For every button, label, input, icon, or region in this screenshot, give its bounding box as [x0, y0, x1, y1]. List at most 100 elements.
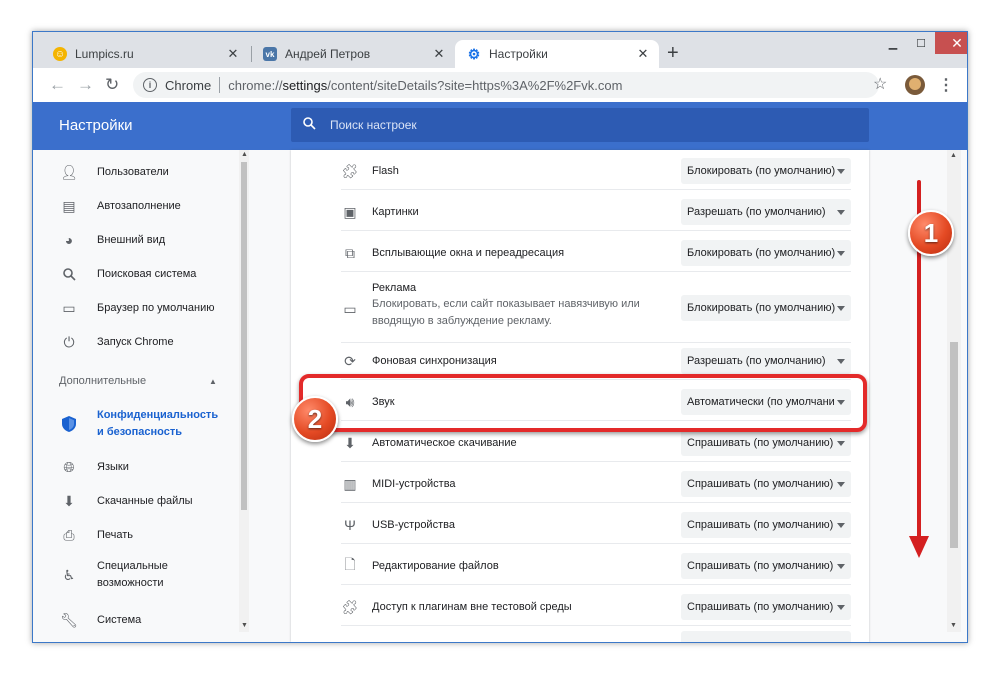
- tab-title: Настройки: [489, 47, 548, 61]
- ad-icon: ▭: [343, 300, 357, 317]
- sidebar: 👤︎ Пользователи ▤ Автозаполнение ◕ Внешн…: [33, 150, 253, 632]
- ads-select[interactable]: Блокировать (по умолчанию): [681, 295, 851, 321]
- site-info-icon[interactable]: i: [143, 78, 157, 92]
- minimize-button[interactable]: ▁: [879, 32, 907, 54]
- sidebar-scroll-thumb[interactable]: [241, 162, 247, 510]
- chevron-up-icon[interactable]: ▲: [209, 377, 217, 386]
- vk-icon: vk: [263, 47, 277, 61]
- sidebar-item-printing[interactable]: ⎙ Печать: [33, 523, 238, 547]
- permission-row-popups: ⧉ Всплывающие окна и переадресация Блоки…: [291, 236, 869, 270]
- address-bar[interactable]: i Chrome chrome://settings/content/siteD…: [133, 72, 879, 98]
- permission-row-unsandboxed-plugins: 🧩︎ Доступ к плагинам вне тестовой среды …: [291, 590, 869, 624]
- search-input[interactable]: Поиск настроек: [291, 108, 869, 142]
- download-icon: ⬇: [63, 492, 75, 509]
- tab-title: Андрей Петров: [285, 47, 371, 61]
- new-tab-button[interactable]: +: [667, 43, 679, 63]
- row-divider: [341, 189, 851, 190]
- settings-header: Настройки Поиск настроек: [33, 102, 967, 150]
- file-editing-select[interactable]: Спрашивать (по умолчанию): [681, 553, 851, 579]
- close-window-button[interactable]: ✕: [935, 32, 967, 54]
- tab-strip: ☺ Lumpics.ru ✕ vk Андрей Петров ✕ ⚙ Наст…: [33, 32, 967, 68]
- auto-download-select[interactable]: Спрашивать (по умолчанию): [681, 430, 851, 456]
- tab-vk[interactable]: vk Андрей Петров ✕: [251, 40, 455, 68]
- gear-icon: ⚙: [467, 45, 481, 62]
- midi-select[interactable]: Спрашивать (по умолчанию): [681, 471, 851, 497]
- main-scroll-thumb[interactable]: [950, 342, 958, 548]
- back-arrow-icon[interactable]: ←: [49, 75, 66, 95]
- sidebar-item-appearance[interactable]: ◕ Внешний вид: [33, 228, 238, 252]
- window-controls: ▁ ☐ ✕: [879, 32, 967, 54]
- chevron-down-icon: [837, 359, 845, 364]
- bookmark-star-icon[interactable]: ☆: [873, 74, 887, 94]
- usb-icon: Ψ: [344, 517, 356, 533]
- sidebar-item-privacy[interactable]: Конфиденциальность и безопасность: [33, 404, 238, 444]
- next-select-partial[interactable]: [681, 631, 851, 642]
- unsandboxed-plugins-select[interactable]: Спрашивать (по умолчанию): [681, 594, 851, 620]
- permission-row-usb: Ψ USB-устройства Спрашивать (по умолчани…: [291, 508, 869, 542]
- row-divider: [341, 584, 851, 585]
- sidebar-item-downloads[interactable]: ⬇ Скачанные файлы: [33, 489, 238, 513]
- puzzle-icon: 🧩︎: [341, 162, 359, 179]
- tab-settings[interactable]: ⚙ Настройки ✕: [455, 40, 659, 68]
- browser-window: ☺ Lumpics.ru ✕ vk Андрей Петров ✕ ⚙ Наст…: [32, 31, 968, 643]
- chevron-down-icon: [837, 210, 845, 215]
- scroll-down-arrow-icon[interactable]: ▼: [950, 622, 957, 629]
- browser-icon: ▭: [62, 299, 76, 316]
- images-select[interactable]: Разрешать (по умолчанию): [681, 199, 851, 225]
- palette-icon: ◕: [64, 232, 74, 248]
- usb-select[interactable]: Спрашивать (по умолчанию): [681, 512, 851, 538]
- maximize-button[interactable]: ☐: [907, 32, 935, 54]
- clipboard-icon: ▤: [62, 197, 76, 214]
- row-divider: [341, 625, 851, 626]
- forward-arrow-icon[interactable]: →: [77, 75, 94, 95]
- sidebar-item-accessibility[interactable]: ♿︎ Специальные возможности: [33, 555, 238, 595]
- flash-select[interactable]: Блокировать (по умолчанию): [681, 158, 851, 184]
- chevron-down-icon: [837, 251, 845, 256]
- menu-kebab-icon[interactable]: ⋮: [938, 75, 954, 95]
- search-icon: [303, 117, 316, 133]
- close-tab-icon[interactable]: ✕: [431, 46, 447, 62]
- row-divider: [341, 461, 851, 462]
- download-icon: ⬇: [344, 434, 356, 451]
- person-icon: 👤︎: [60, 163, 78, 180]
- popups-select[interactable]: Блокировать (по умолчанию): [681, 240, 851, 266]
- background-sync-select[interactable]: Разрешать (по умолчанию): [681, 348, 851, 374]
- sidebar-item-users[interactable]: 👤︎ Пользователи: [33, 160, 238, 184]
- sidebar-item-default-browser[interactable]: ▭ Браузер по умолчанию: [33, 296, 238, 320]
- sidebar-item-languages[interactable]: 🌐︎ Языки: [33, 455, 238, 479]
- puzzle-icon: 🧩︎: [341, 598, 359, 615]
- permission-row-ads: ▭ Реклама Блокировать, если сайт показыв…: [291, 274, 869, 342]
- sidebar-item-system[interactable]: 🔧︎ Система: [33, 608, 238, 632]
- permission-row-file-editing: 🗋︎ Редактирование файлов Спрашивать (по …: [291, 549, 869, 583]
- close-tab-icon[interactable]: ✕: [635, 46, 651, 62]
- printer-icon: ⎙: [63, 526, 75, 543]
- shield-icon: [61, 416, 77, 432]
- row-divider: [341, 271, 851, 272]
- page-title: Настройки: [59, 117, 133, 134]
- sidebar-item-search-engine[interactable]: Поисковая система: [33, 262, 238, 286]
- sidebar-section-advanced[interactable]: Дополнительные: [59, 375, 146, 387]
- tab-lumpics[interactable]: ☺ Lumpics.ru ✕: [41, 40, 249, 68]
- permission-row-images: ▣ Картинки Разрешать (по умолчанию): [291, 195, 869, 229]
- scroll-down-arrow-icon[interactable]: ▼: [241, 622, 248, 629]
- chevron-down-icon: [837, 306, 845, 311]
- chevron-down-icon: [837, 605, 845, 610]
- sidebar-item-autofill[interactable]: ▤ Автозаполнение: [33, 194, 238, 218]
- search-placeholder: Поиск настроек: [330, 118, 417, 132]
- scroll-up-arrow-icon[interactable]: ▲: [241, 151, 248, 158]
- power-icon: ⏻: [63, 333, 75, 350]
- scroll-up-arrow-icon[interactable]: ▲: [950, 152, 957, 159]
- sidebar-item-startup[interactable]: ⏻ Запуск Chrome: [33, 330, 238, 354]
- lumpics-icon: ☺: [53, 47, 67, 61]
- chevron-down-icon: [837, 482, 845, 487]
- omnibox-divider: [219, 77, 221, 93]
- chevron-down-icon: [837, 523, 845, 528]
- sidebar-scrollbar[interactable]: ▲ ▼: [239, 150, 249, 632]
- wrench-icon: 🔧︎: [60, 611, 78, 628]
- piano-icon: ▥: [343, 475, 357, 492]
- profile-avatar[interactable]: [905, 75, 925, 95]
- row-divider: [341, 543, 851, 544]
- search-icon: [61, 266, 77, 282]
- reload-icon[interactable]: ↻: [105, 75, 119, 95]
- close-tab-icon[interactable]: ✕: [225, 46, 241, 62]
